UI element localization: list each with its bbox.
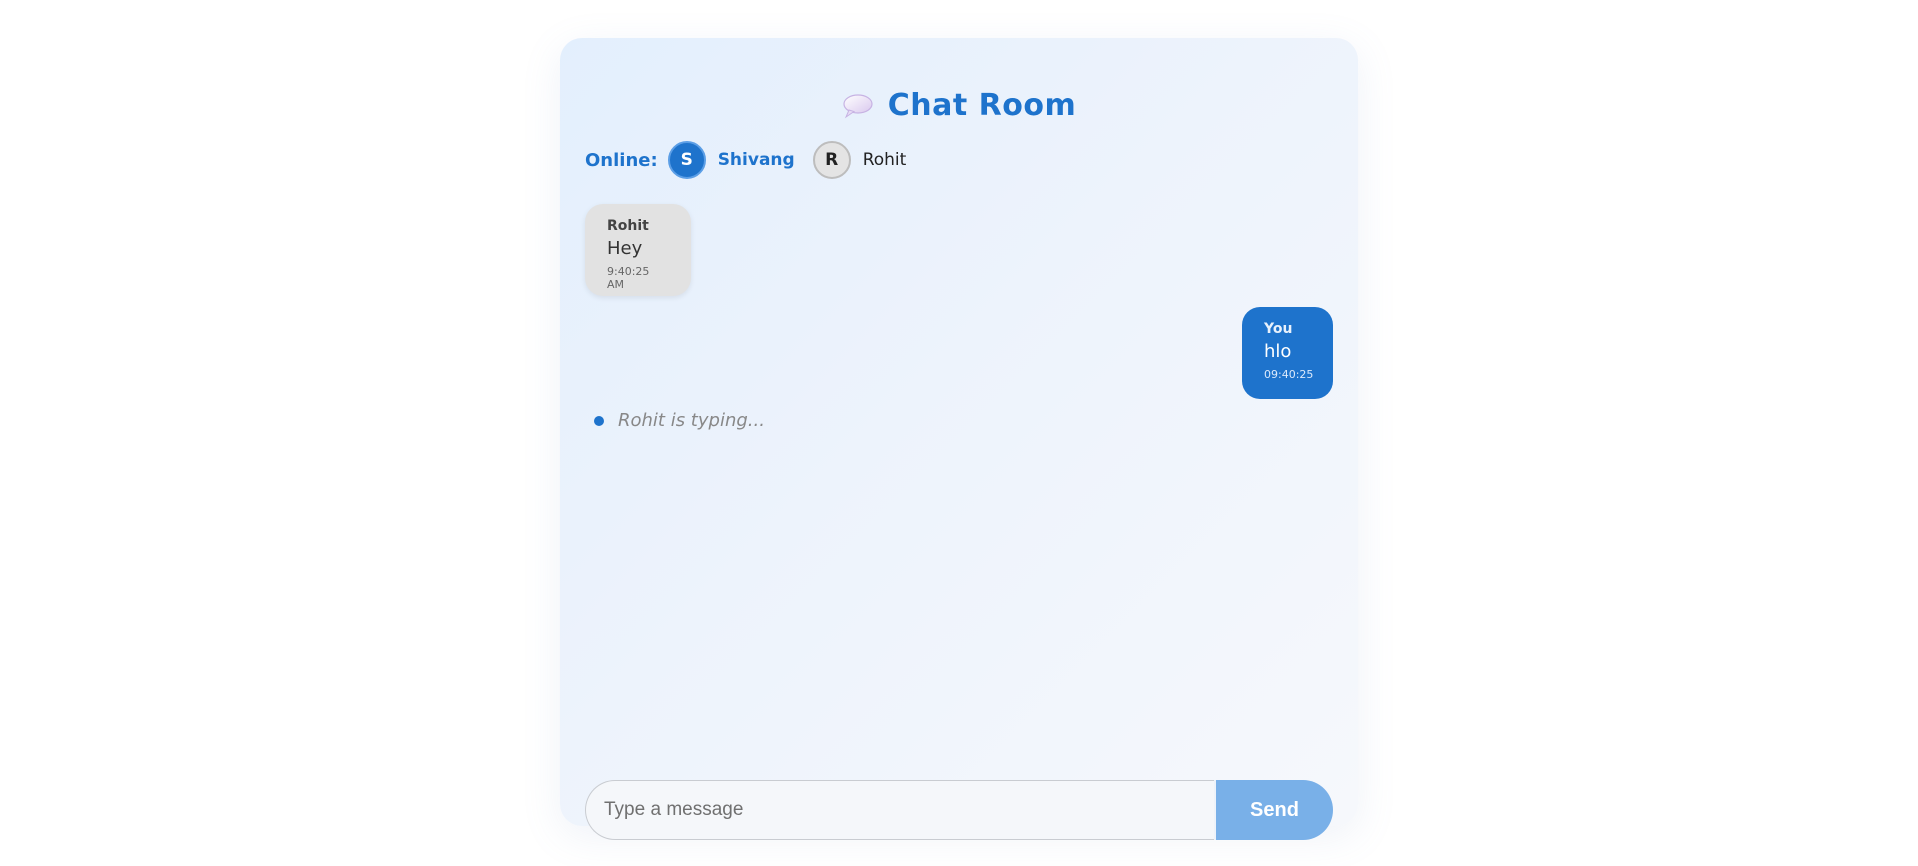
message-composer: Send [585,780,1333,840]
message-timestamp: 09:40:25 [1264,368,1314,381]
avatar-rohit[interactable]: R [812,141,851,179]
online-user-rohit[interactable]: Rohit [863,150,907,170]
page-title: Chat Room [887,88,1077,123]
online-users-bar: Online: S Shivang R Rohit [585,140,924,180]
message-bubble-outgoing: You hlo 09:40:25 [1242,307,1333,399]
online-label: Online: [585,149,658,171]
message-bubble-incoming: Rohit Hey 9:40:25 AM [585,204,691,296]
message-text: Hey [607,238,643,259]
chat-room-card: Chat Room Online: S Shivang R Rohit Rohi… [560,38,1358,840]
message-input[interactable] [585,780,1214,840]
message-text: hlo [1264,341,1292,362]
message-timestamp: 9:40:25 AM [607,265,650,291]
typing-dot-icon [594,415,604,426]
message-sender: You [1264,321,1293,337]
message-sender: Rohit [607,218,649,234]
chat-header: Chat Room [560,88,1358,123]
typing-text: Rohit is typing... [618,410,765,431]
online-user-shivang[interactable]: Shivang [718,150,795,170]
send-button[interactable]: Send [1214,780,1333,840]
avatar-shivang[interactable]: S [667,141,706,179]
speech-balloon-icon [842,93,874,119]
typing-indicator: Rohit is typing... [594,410,765,431]
